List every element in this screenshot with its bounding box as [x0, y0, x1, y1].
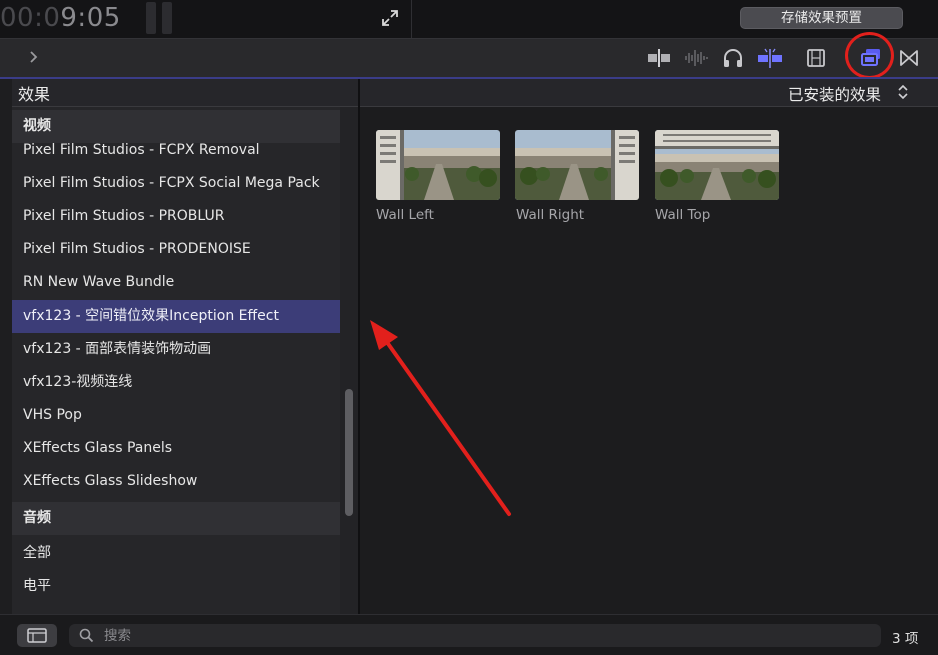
effect-label: Wall Top — [655, 207, 711, 223]
headphones-icon[interactable] — [721, 46, 745, 74]
item-count: 3 项 — [892, 631, 919, 647]
sidebar-item[interactable]: vfx123-视频连线 — [12, 366, 340, 399]
sidebar-title: 效果 — [18, 85, 51, 104]
viewer-divider — [411, 0, 412, 38]
sidebar-item[interactable]: XEffects Glass Slideshow — [12, 465, 340, 498]
highlight-circle — [845, 32, 894, 79]
search-input[interactable] — [98, 624, 870, 647]
chevron-right-icon[interactable] — [26, 48, 42, 66]
sidebar-item-selected[interactable]: vfx123 - 空间错位效果Inception Effect — [12, 300, 340, 333]
play-pause-icon[interactable] — [146, 2, 174, 34]
search-icon — [79, 628, 94, 643]
sidebar-item[interactable]: Pixel Film Studios - PROBLUR — [12, 200, 340, 233]
effect-thumbnail-wall-top[interactable] — [655, 130, 779, 200]
sidebar-item[interactable]: Pixel Film Studios - FCPX Removal — [12, 134, 340, 167]
sidebar-item[interactable]: vfx123 - 面部表情装饰物动画 — [12, 333, 340, 366]
sidebar-item[interactable]: Pixel Film Studios - PRODENOISE — [12, 233, 340, 266]
sidebar-scroll-thumb[interactable] — [345, 389, 353, 516]
sidebar-item[interactable]: VHS Pop — [12, 399, 340, 432]
sidebar-item[interactable]: RN New Wave Bundle — [12, 266, 340, 299]
timecode-main: 9:05 — [60, 3, 121, 33]
up-down-chevron-icon[interactable] — [897, 83, 909, 101]
effects-category-list: 视频 Pixel Film Studios - FCPX Removal Pix… — [12, 107, 340, 614]
fullscreen-icon[interactable] — [380, 8, 400, 28]
timeline-toolbar — [0, 38, 938, 78]
film-strip-icon[interactable] — [805, 46, 827, 74]
transitions-browser-icon[interactable] — [897, 46, 921, 74]
audio-waveform-icon[interactable] — [683, 46, 709, 74]
effect-label: Wall Right — [516, 207, 585, 223]
installed-effects-filter[interactable]: 已安装的效果 — [788, 83, 881, 105]
snapping-icon[interactable] — [756, 46, 784, 74]
clip-split-icon[interactable] — [646, 46, 672, 74]
section-header-audio[interactable]: 音频 — [12, 502, 340, 535]
sidebar-header — [12, 79, 359, 107]
effect-thumbnail-wall-right[interactable] — [515, 130, 639, 200]
effect-thumbnail-wall-left[interactable] — [376, 130, 500, 200]
sidebar-scrollbar[interactable] — [340, 107, 358, 614]
save-effects-preset-button[interactable]: 存储效果预置 — [740, 7, 903, 29]
sidebar-item[interactable]: 全部 — [12, 537, 340, 570]
timecode-display: 00:09:05 — [0, 0, 121, 38]
timecode-dim: 00:0 — [0, 3, 61, 33]
effect-label: Wall Left — [376, 207, 434, 223]
sidebar-item[interactable]: XEffects Glass Panels — [12, 432, 340, 465]
sidebar-item[interactable]: 电平 — [12, 570, 340, 603]
sidebar-item[interactable]: Pixel Film Studios - FCPX Social Mega Pa… — [12, 167, 340, 200]
sidebar-toggle-button[interactable] — [17, 624, 57, 647]
